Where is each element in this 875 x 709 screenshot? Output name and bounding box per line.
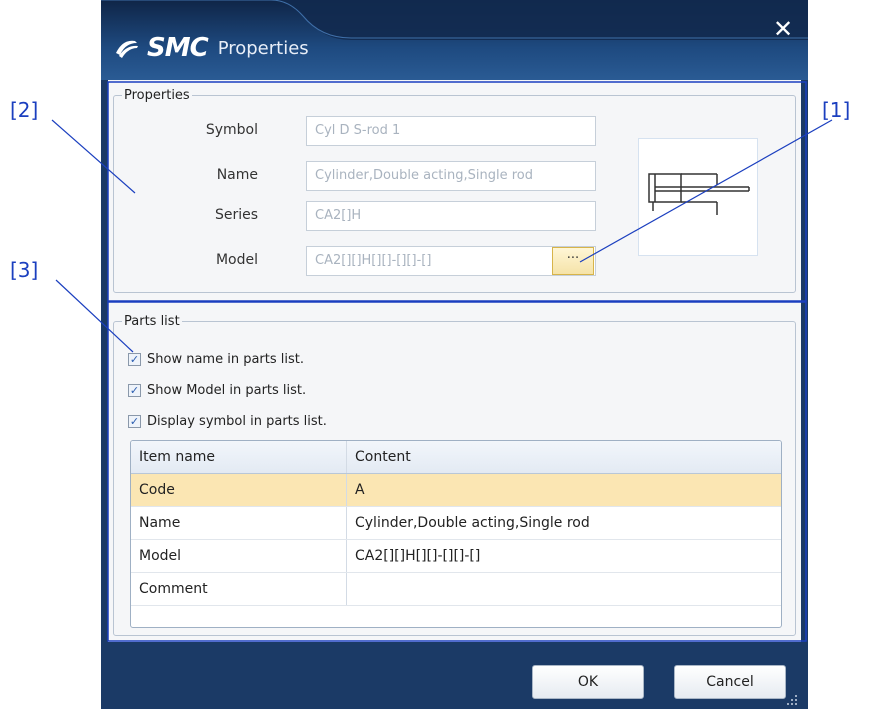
smc-logo: SMC Properties xyxy=(113,32,309,64)
resize-grip-icon[interactable] xyxy=(785,693,799,707)
window-title: Properties xyxy=(217,37,309,59)
properties-legend: Properties xyxy=(124,88,190,103)
smc-logo-icon xyxy=(116,40,138,58)
row-content[interactable] xyxy=(347,573,781,605)
row-content[interactable]: CA2[][]H[][]-[][]-[] xyxy=(347,540,781,572)
cylinder-symbol-icon xyxy=(648,173,750,215)
symbol-field[interactable]: Cyl D S-rod 1 xyxy=(306,116,596,146)
show-name-label[interactable]: Show name in parts list. xyxy=(147,352,304,367)
parts-list-legend: Parts list xyxy=(124,314,180,329)
series-label: Series xyxy=(214,207,258,223)
model-label: Model xyxy=(215,252,258,268)
show-model-checkbox[interactable]: ✓ xyxy=(128,384,141,397)
table-row[interactable]: Code A xyxy=(131,474,781,507)
callout-1-label: [1] xyxy=(822,98,851,122)
display-symbol-checkbox[interactable]: ✓ xyxy=(128,415,141,428)
column-header-content[interactable]: Content xyxy=(347,441,781,473)
title-bar[interactable]: SMC Properties ✕ xyxy=(101,0,808,80)
callout-2-label: [2] xyxy=(10,98,39,122)
cancel-button[interactable]: Cancel xyxy=(674,665,786,699)
show-model-label[interactable]: Show Model in parts list. xyxy=(147,383,306,398)
brand-name: SMC xyxy=(147,33,209,63)
close-icon[interactable]: ✕ xyxy=(773,15,793,43)
callout-3-label: [3] xyxy=(10,258,39,282)
column-header-item-name[interactable]: Item name xyxy=(131,441,347,473)
display-symbol-checkbox-row[interactable]: ✓ Display symbol in parts list. xyxy=(128,414,327,429)
row-item-name[interactable]: Code xyxy=(131,474,347,506)
model-browse-button[interactable]: ··· xyxy=(552,247,594,275)
name-label: Name xyxy=(216,167,258,183)
grid-header-row: Item name Content xyxy=(131,441,781,474)
show-model-checkbox-row[interactable]: ✓ Show Model in parts list. xyxy=(128,383,306,398)
row-item-name[interactable]: Comment xyxy=(131,573,347,605)
parts-grid[interactable]: Item name Content Code A Name Cylinder,D… xyxy=(130,440,782,628)
table-row[interactable]: Name Cylinder,Double acting,Single rod xyxy=(131,507,781,540)
row-item-name[interactable]: Name xyxy=(131,507,347,539)
symbol-label: Symbol xyxy=(205,122,258,138)
show-name-checkbox[interactable]: ✓ xyxy=(128,353,141,366)
display-symbol-label[interactable]: Display symbol in parts list. xyxy=(147,414,327,429)
dialog-footer: OK Cancel xyxy=(108,655,801,709)
row-content[interactable]: Cylinder,Double acting,Single rod xyxy=(347,507,781,539)
table-row[interactable]: Model CA2[][]H[][]-[][]-[] xyxy=(131,540,781,573)
close-button[interactable]: ✕ xyxy=(770,16,796,42)
dialog-content: Properties Symbol Cyl D S-rod 1 Name Cyl… xyxy=(108,80,801,642)
series-field[interactable]: CA2[]H xyxy=(306,201,596,231)
row-content[interactable]: A xyxy=(347,474,781,506)
table-row[interactable]: Comment xyxy=(131,573,781,606)
name-field[interactable]: Cylinder,Double acting,Single rod xyxy=(306,161,596,191)
symbol-preview xyxy=(638,138,758,256)
ok-button[interactable]: OK xyxy=(532,665,644,699)
row-item-name[interactable]: Model xyxy=(131,540,347,572)
properties-dialog: SMC Properties ✕ Properties Symbol Cyl D… xyxy=(101,0,808,709)
show-name-checkbox-row[interactable]: ✓ Show name in parts list. xyxy=(128,352,304,367)
